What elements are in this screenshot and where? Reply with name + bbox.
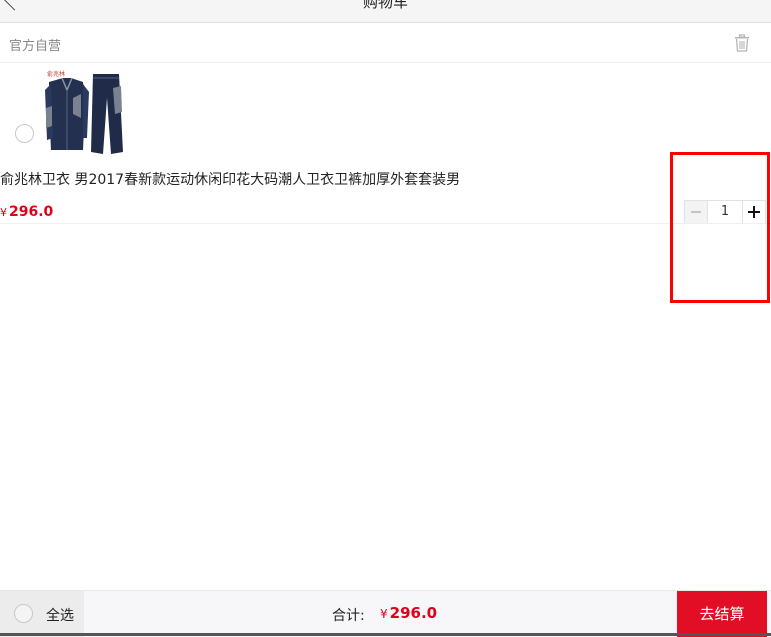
total-currency: ¥ xyxy=(380,607,388,621)
product-image[interactable]: 俞兆林 xyxy=(43,68,125,158)
product-name[interactable]: 俞兆林卫衣 男2017春新款运动休闲印花大码潮人卫衣卫裤加厚外套套装男 xyxy=(0,169,460,189)
total-label: 合计: xyxy=(332,608,365,624)
select-all-radio[interactable] xyxy=(14,604,33,623)
select-all-area[interactable]: 全选 xyxy=(0,591,84,637)
shop-name: 官方自营 xyxy=(9,39,62,54)
trash-icon[interactable] xyxy=(734,34,750,52)
cart-footer: 全选 合计: ¥296.0 去结算 xyxy=(0,590,771,637)
page-title: 购物车 xyxy=(362,0,408,11)
item-select-radio[interactable] xyxy=(15,124,34,143)
product-price: ¥296.0 xyxy=(0,204,53,220)
select-all-label[interactable]: 全选 xyxy=(46,605,74,625)
total-value: 296.0 xyxy=(389,604,438,622)
price-value: 296.0 xyxy=(9,204,54,220)
total-amount: ¥296.0 xyxy=(380,604,437,622)
app-header: 购物车 xyxy=(0,0,771,23)
highlight-annotation-box xyxy=(670,152,770,303)
shop-header: 官方自营 xyxy=(0,23,771,63)
currency-symbol: ¥ xyxy=(0,206,7,219)
checkout-button[interactable]: 去结算 xyxy=(677,591,767,637)
item-divider xyxy=(0,223,771,224)
product-image-brand: 俞兆林 xyxy=(47,70,65,78)
